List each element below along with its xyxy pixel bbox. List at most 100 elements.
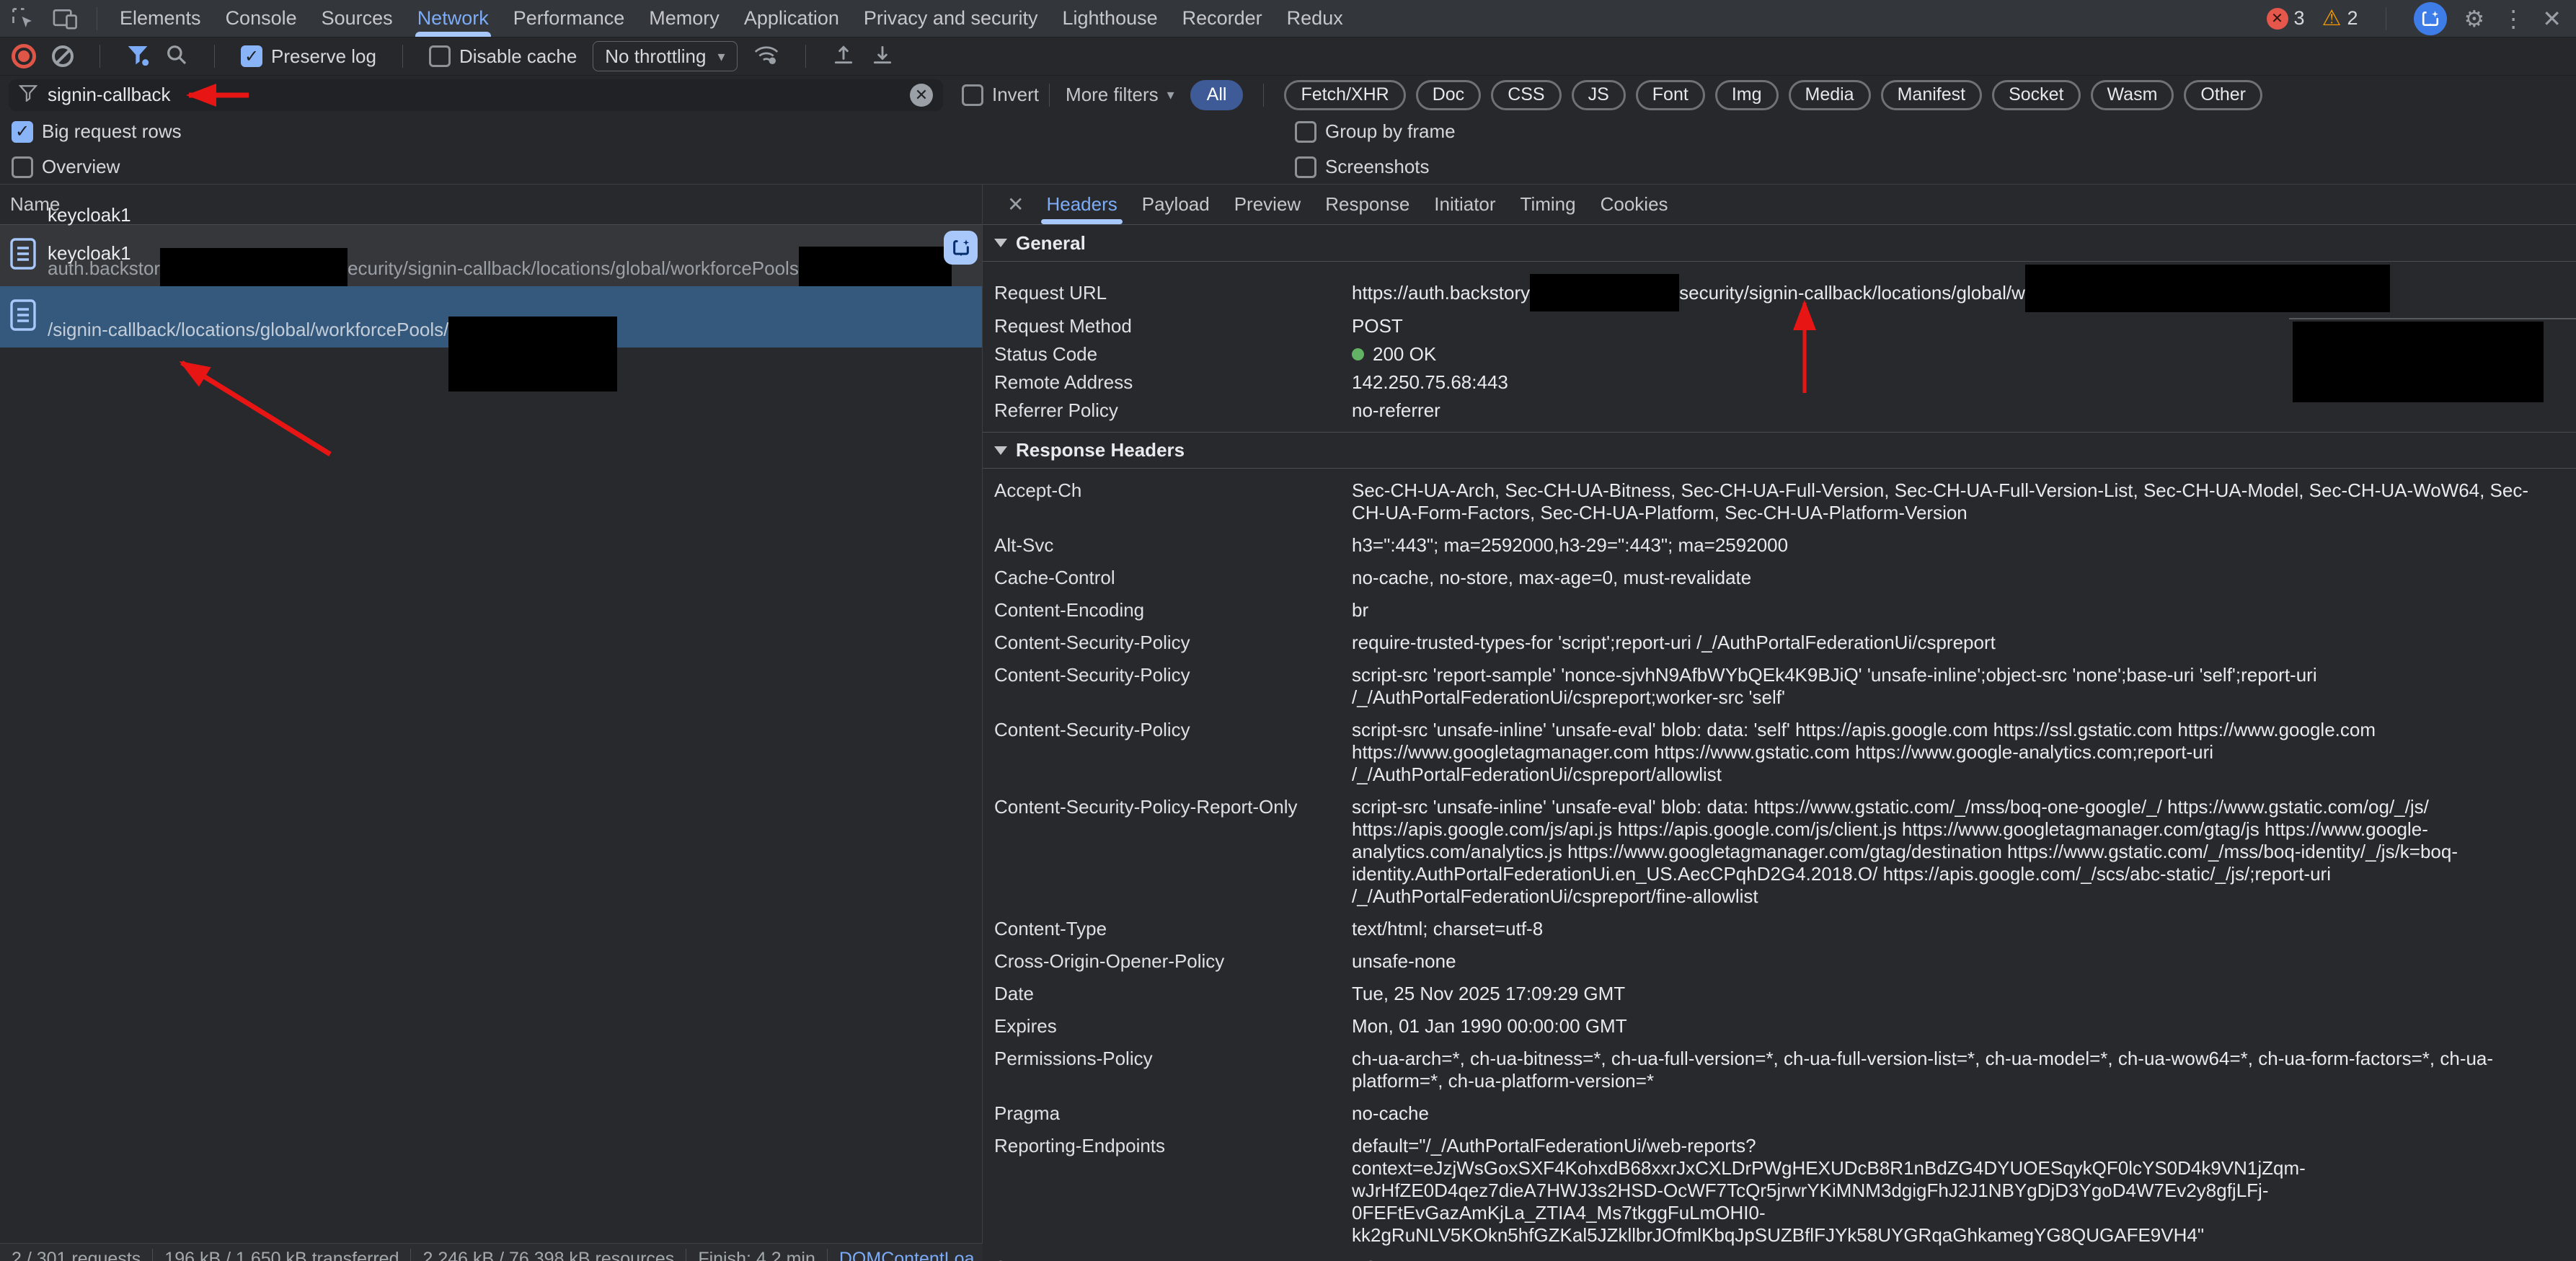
inspect-element-icon[interactable] <box>10 6 36 32</box>
settings-gear-icon[interactable]: ⚙ <box>2464 7 2485 30</box>
response-header-row: Reporting-Endpoints default="/_/AuthPort… <box>983 1130 2576 1252</box>
main-tab[interactable]: Sources <box>309 0 405 37</box>
request-type-chip[interactable]: Manifest <box>1881 80 1982 110</box>
document-icon <box>9 298 37 336</box>
detail-tabs: ✕ Headers Payload Preview <box>983 185 2576 225</box>
preserve-log-checkbox[interactable]: ✓ Preserve log <box>241 45 376 68</box>
close-detail-icon[interactable]: ✕ <box>997 193 1034 216</box>
network-options-row-1: ✓ Big request rows ✓ Group by frame <box>0 114 2576 149</box>
warning-badge[interactable]: ⚠ 2 <box>2322 7 2358 30</box>
screenshots-checkbox[interactable]: ✓ Screenshots <box>1295 156 1430 178</box>
main-tab[interactable]: Console <box>213 0 309 37</box>
import-har-icon[interactable] <box>832 43 855 70</box>
general-row-request-url: Request URL https://auth.backstory secur… <box>983 273 2576 312</box>
invert-checkbox[interactable]: ✓ Invert <box>962 84 1039 106</box>
redaction-box <box>448 317 617 391</box>
detail-tab[interactable]: Initiator <box>1422 185 1508 224</box>
devtools-window: Elements Console Sources Network Perform… <box>0 0 2576 1261</box>
status-bar-item: 2,246 kB / 76,398 kB resources <box>411 1249 686 1261</box>
error-badge[interactable]: ✕ 3 <box>2267 7 2305 30</box>
response-header-row: Cache-Control no-cache, no-store, max-ag… <box>983 562 2576 594</box>
search-icon[interactable] <box>165 43 188 70</box>
device-toolbar-icon[interactable] <box>52 6 79 31</box>
overview-checkbox[interactable]: ✓ Overview <box>12 156 1295 178</box>
header-name: Pragma <box>994 1102 1352 1125</box>
network-options-row-2: ✓ Overview ✓ Screenshots <box>0 149 2576 185</box>
big-request-rows-checkbox[interactable]: ✓ Big request rows <box>12 120 1295 143</box>
main-tab[interactable]: Application <box>732 0 851 37</box>
filter-input[interactable]: signin-callback ✕ <box>9 79 943 111</box>
detail-tab[interactable]: Payload <box>1130 185 1222 224</box>
ai-assistance-icon[interactable] <box>2414 2 2447 35</box>
group-by-frame-label: Group by frame <box>1325 120 1456 143</box>
general-section-title: General <box>1016 232 1086 255</box>
redaction-box <box>2025 265 2390 312</box>
checkbox-unchecked-icon: ✓ <box>962 84 983 106</box>
main-tab[interactable]: Performance <box>501 0 637 37</box>
detail-tab-label: Timing <box>1521 193 1576 216</box>
redaction-box <box>2293 322 2544 402</box>
network-conditions-icon[interactable] <box>753 43 779 70</box>
header-value: script-src 'unsafe-inline' 'unsafe-eval'… <box>1352 719 2549 786</box>
request-type-chip[interactable]: Font <box>1636 80 1705 110</box>
throttling-select[interactable]: No throttling ▾ <box>593 41 737 71</box>
chip-label: Fetch/XHR <box>1301 84 1389 105</box>
request-type-chip[interactable]: Doc <box>1416 80 1481 110</box>
header-name: Content-Encoding <box>994 599 1352 621</box>
main-tab[interactable]: Redux <box>1275 0 1355 37</box>
main-tab[interactable]: Network <box>405 0 501 37</box>
general-section-header[interactable]: General <box>983 225 2576 262</box>
main-tab[interactable]: Lighthouse <box>1050 0 1170 37</box>
more-filters-button[interactable]: More filters ▾ <box>1066 84 1174 106</box>
close-devtools-icon[interactable]: ✕ <box>2542 7 2562 30</box>
request-type-chip[interactable]: Socket <box>1992 80 2080 110</box>
status-code-value: 200 OK <box>1373 343 1436 366</box>
header-value: Tue, 25 Nov 2025 17:09:29 GMT <box>1352 983 2549 1005</box>
main-tab[interactable]: Elements <box>107 0 213 37</box>
response-header-row: Content-Security-Policy-Report-Only scri… <box>983 791 2576 913</box>
request-row-keycloak1-selected[interactable]: keycloak1 /signin-callback/locations/glo… <box>0 286 982 348</box>
header-value: unsafe-none <box>1352 950 2549 973</box>
redaction-box <box>1530 274 1679 311</box>
detail-tab[interactable]: Response <box>1313 185 1422 224</box>
header-name: Content-Security-Policy-Report-Only <box>994 796 1352 908</box>
record-network-log-button[interactable] <box>12 44 36 68</box>
request-name: keycloak1 <box>48 204 952 226</box>
request-type-chip[interactable]: Other <box>2184 80 2262 110</box>
header-name: Cross-Origin-Opener-Policy <box>994 950 1352 973</box>
response-header-row: Alt-Svc h3=":443"; ma=2592000,h3-29=":44… <box>983 529 2576 562</box>
request-type-chip[interactable]: Img <box>1715 80 1779 110</box>
request-url-part: security/signin-callback/locations/globa… <box>1679 282 2025 304</box>
clear-filter-icon[interactable]: ✕ <box>910 84 933 107</box>
disable-cache-checkbox[interactable]: ✓ Disable cache <box>429 45 577 68</box>
request-type-chip[interactable]: Wasm <box>2091 80 2174 110</box>
main-tab[interactable]: Recorder <box>1170 0 1275 37</box>
header-value: text/html; charset=utf-8 <box>1352 918 2549 940</box>
response-headers-section-header[interactable]: Response Headers <box>983 432 2576 469</box>
response-header-row: Content-Security-Policy script-src 'unsa… <box>983 714 2576 791</box>
preserve-log-label: Preserve log <box>271 45 376 68</box>
group-by-frame-checkbox[interactable]: ✓ Group by frame <box>1295 120 1456 143</box>
detail-tab[interactable]: Preview <box>1222 185 1313 224</box>
chip-all[interactable]: All <box>1190 80 1244 110</box>
filter-funnel-icon[interactable] <box>126 44 149 69</box>
detail-tab[interactable]: Timing <box>1508 185 1588 224</box>
export-har-icon[interactable] <box>871 43 894 70</box>
detail-tab[interactable]: Headers <box>1034 185 1129 224</box>
error-count: 3 <box>2294 7 2305 30</box>
warning-icon: ⚠ <box>2322 8 2342 30</box>
request-type-chip[interactable]: CSS <box>1491 80 1561 110</box>
kebab-menu-icon[interactable]: ⋮ <box>2502 7 2525 30</box>
tab-label: Privacy and security <box>864 7 1038 30</box>
clear-network-log-icon[interactable] <box>52 45 74 67</box>
request-type-chip[interactable]: Media <box>1789 80 1871 110</box>
main-tab[interactable]: Privacy and security <box>851 0 1050 37</box>
request-type-chip[interactable]: Fetch/XHR <box>1284 80 1405 110</box>
request-type-chip[interactable]: JS <box>1572 80 1626 110</box>
header-value: br <box>1352 599 2549 621</box>
main-tab[interactable]: Memory <box>637 0 732 37</box>
request-url-part: https://auth.backstory <box>1352 282 1530 304</box>
ai-assistance-row-button[interactable] <box>944 231 978 265</box>
status-bar-domcontentloaded[interactable]: DOMContentLoa <box>828 1249 983 1261</box>
detail-tab[interactable]: Cookies <box>1588 185 1681 224</box>
